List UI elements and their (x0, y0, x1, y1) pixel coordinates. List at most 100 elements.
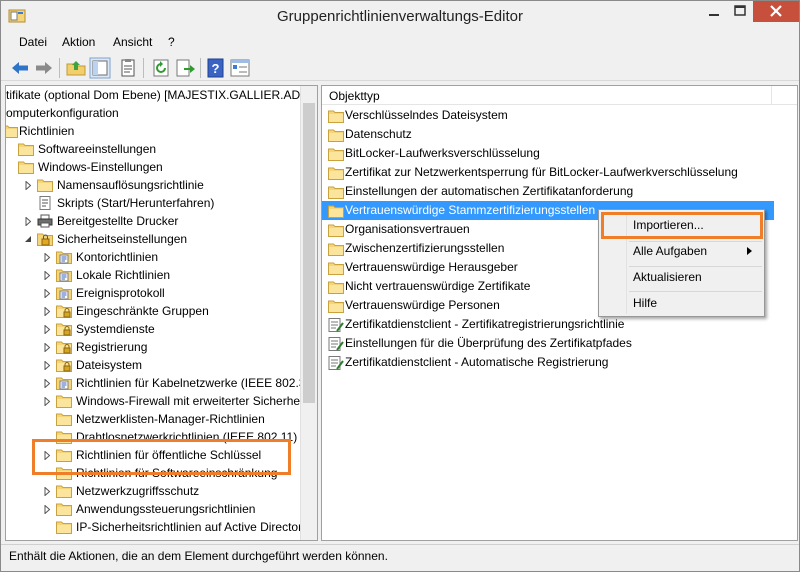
expand-arrow-icon[interactable] (43, 397, 51, 406)
lock-folder-icon (56, 340, 72, 354)
list-item[interactable]: Zertifikatdienstclient - Automatische Re… (322, 353, 797, 372)
tree-item-label: Sicherheitseinstellungen (57, 232, 188, 246)
detail-view-icon[interactable] (229, 57, 251, 79)
window-title: Gruppenrichtlinienverwaltungs-Editor (277, 8, 523, 25)
expand-arrow-icon[interactable] (43, 325, 51, 334)
folder-icon (56, 430, 72, 444)
menu-bar: Datei Aktion Ansicht ? (1, 32, 799, 53)
list-item[interactable]: Zertifikatdienstclient - Zertifikatregis… (322, 315, 797, 334)
submenu-arrow-icon (747, 247, 752, 255)
list-item-label: Zertifikat zur Netzwerkentsperrung für B… (345, 165, 738, 179)
folder-icon (328, 185, 344, 199)
expand-arrow-icon[interactable] (43, 307, 51, 316)
folder-icon (56, 448, 72, 462)
maximize-icon[interactable] (727, 1, 753, 22)
expand-arrow-icon[interactable] (43, 289, 51, 298)
list-item-label: Zwischenzertifizierungsstellen (345, 241, 505, 255)
column-header-objekttyp[interactable]: Objekttyp (322, 86, 797, 105)
tree-item-label: Ereignisprotokoll (76, 286, 165, 300)
settings-doc-icon (328, 337, 344, 351)
tree-item-label: Netzwerklisten-Manager-Richtlinien (76, 412, 265, 426)
menu-help[interactable]: ? (168, 35, 175, 49)
tree-vertical-scrollbar[interactable] (300, 86, 317, 540)
menu-item-hilfe[interactable]: Hilfe (599, 292, 764, 314)
menu-aktion[interactable]: Aktion (62, 35, 95, 49)
context-menu: Importieren... Alle Aufgaben Aktualisier… (598, 209, 765, 317)
tree-item-label: Richtlinien für öffentliche Schlüssel (76, 448, 262, 462)
up-folder-icon[interactable] (65, 57, 87, 79)
column-divider[interactable] (771, 86, 772, 105)
tree-item-label: Namensauflösungsrichtlinie (57, 178, 204, 192)
tree-item-label: Richtlinien für Softwareeinschränkung (76, 466, 278, 480)
expand-arrow-icon[interactable] (24, 217, 32, 226)
back-icon[interactable] (9, 57, 31, 79)
folder-icon (56, 520, 72, 534)
menu-item-label: Hilfe (633, 296, 658, 310)
list-item[interactable]: Verschlüsselndes Dateisystem (322, 106, 797, 125)
minimize-icon[interactable] (701, 1, 727, 22)
folder-icon (56, 394, 72, 408)
expand-arrow-icon[interactable] (43, 487, 51, 496)
tree-item-label: Kontorichtlinien (76, 250, 159, 264)
tree-item-label: Richtlinien für Kabelnetzwerke (IEEE 802… (76, 376, 310, 390)
properties-icon[interactable] (117, 57, 139, 79)
list-item-label: Vertrauenswürdige Stammzertifizierungsst… (345, 203, 596, 217)
expand-arrow-icon[interactable] (24, 181, 32, 190)
policy-folder-icon (56, 250, 72, 264)
refresh-icon[interactable] (150, 57, 172, 79)
list-item-label: Zertifikatdienstclient - Zertifikatregis… (345, 317, 625, 331)
list-item[interactable]: Zertifikat zur Netzwerkentsperrung für B… (322, 163, 797, 182)
scrollbar-thumb[interactable] (303, 103, 315, 403)
settings-doc-icon (328, 356, 344, 370)
settings-doc-icon (328, 318, 344, 332)
svg-text:?: ? (212, 61, 220, 76)
list-item[interactable]: Einstellungen für die Überprüfung des Ze… (322, 334, 797, 353)
expand-arrow-icon[interactable] (43, 451, 51, 460)
security-icon (37, 232, 53, 246)
menu-item-label: Alle Aufgaben (633, 244, 708, 258)
folder-icon (6, 124, 18, 138)
close-icon[interactable] (753, 1, 799, 22)
lock-folder-icon (56, 358, 72, 372)
menu-datei[interactable]: Datei (19, 35, 47, 49)
toolbar-separator (59, 58, 60, 78)
list-item-label: Datenschutz (345, 127, 412, 141)
toolbar-separator (200, 58, 201, 78)
expand-arrow-icon[interactable] (43, 361, 51, 370)
show-hide-tree-icon[interactable] (89, 57, 111, 79)
folder-icon (328, 166, 344, 180)
list-item-label: Vertrauenswürdige Herausgeber (345, 260, 518, 274)
folder-icon (328, 261, 344, 275)
expanded-arrow-icon[interactable] (24, 235, 32, 244)
folder-icon (328, 299, 344, 313)
list-item[interactable]: BitLocker-Laufwerksverschlüsselung (322, 144, 797, 163)
tree-item-label: Richtlinien (19, 124, 75, 138)
list-item[interactable]: Datenschutz (322, 125, 797, 144)
menu-item-alle-aufgaben[interactable]: Alle Aufgaben (599, 240, 764, 262)
expand-arrow-icon[interactable] (43, 343, 51, 352)
folder-icon (328, 242, 344, 256)
tree-item-label: Dateisystem (76, 358, 143, 372)
menu-ansicht[interactable]: Ansicht (113, 35, 152, 49)
expand-arrow-icon[interactable] (43, 253, 51, 262)
tree-item-label: Systemdienste (76, 322, 155, 336)
forward-icon[interactable] (33, 57, 55, 79)
expand-arrow-icon[interactable] (43, 271, 51, 280)
export-list-icon[interactable] (174, 57, 196, 79)
tree-item-label: Windows-Einstellungen (38, 160, 163, 174)
menu-item-importieren[interactable]: Importieren... (599, 214, 764, 236)
help-icon[interactable]: ? (205, 57, 227, 79)
expand-arrow-icon[interactable] (43, 379, 51, 388)
status-bar: Enthält die Aktionen, die an dem Element… (1, 544, 799, 571)
list-item-label: Vertrauenswürdige Personen (345, 298, 500, 312)
folder-icon (56, 502, 72, 516)
list-item[interactable]: Einstellungen der automatischen Zertifik… (322, 182, 797, 201)
expand-arrow-icon[interactable] (43, 505, 51, 514)
tree-item-label: Registrierung (76, 340, 148, 354)
list-item-label: Einstellungen der automatischen Zertifik… (345, 184, 634, 198)
folder-icon (56, 412, 72, 426)
tree-pane[interactable]: tifikate (optional Dom Ebene) [MAJESTIX.… (5, 85, 318, 541)
list-item-label: Organisationsvertrauen (345, 222, 470, 236)
list-item-label: Einstellungen für die Überprüfung des Ze… (345, 336, 632, 350)
menu-item-aktualisieren[interactable]: Aktualisieren (599, 266, 764, 288)
